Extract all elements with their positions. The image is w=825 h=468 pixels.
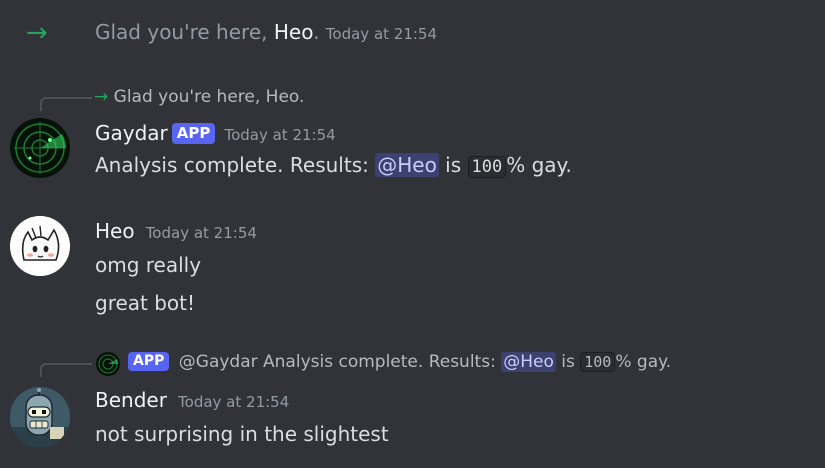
message-header: Gaydar APP Today at 21:54 bbox=[95, 121, 336, 145]
app-badge: APP bbox=[128, 352, 170, 371]
author-name[interactable]: Heo bbox=[95, 219, 135, 243]
message-timestamp[interactable]: Today at 21:54 bbox=[224, 126, 335, 144]
reply-preview-text: Glad you're here, Heo. bbox=[113, 87, 305, 107]
join-suffix: . bbox=[313, 20, 320, 44]
reply-arrow-icon: → bbox=[94, 87, 109, 107]
message-line: great bot! bbox=[95, 291, 196, 315]
reply-spine bbox=[40, 97, 92, 111]
author-name[interactable]: Bender bbox=[95, 388, 167, 412]
content-after: % gay. bbox=[506, 153, 572, 177]
message-content: not surprising in the slightest bbox=[95, 422, 389, 446]
inline-code: 100 bbox=[467, 156, 507, 178]
join-username[interactable]: Heo bbox=[274, 20, 313, 44]
join-prefix: Glad you're here, bbox=[95, 20, 274, 44]
avatar-bender[interactable] bbox=[10, 387, 70, 447]
message-header: Bender Today at 21:54 bbox=[95, 388, 289, 412]
radar-icon bbox=[96, 352, 120, 376]
user-mention[interactable]: @Heo bbox=[375, 153, 439, 177]
message-line: omg really bbox=[95, 253, 202, 277]
app-badge: APP bbox=[171, 123, 216, 144]
system-join-message: Glad you're here, Heo. Today at 21:54 bbox=[95, 20, 437, 44]
join-arrow-icon: → bbox=[26, 18, 48, 48]
reply-author[interactable]: @Gaydar bbox=[179, 352, 258, 372]
white-cat-icon bbox=[10, 216, 70, 276]
avatar-gaydar[interactable] bbox=[10, 118, 70, 178]
reply-before: Analysis complete. Results: bbox=[257, 352, 502, 372]
inline-code: 100 bbox=[580, 352, 616, 372]
reply-after: % gay. bbox=[615, 352, 672, 372]
content-before: Analysis complete. Results: bbox=[95, 153, 376, 177]
message-timestamp[interactable]: Today at 21:54 bbox=[146, 224, 257, 242]
message-header: Heo Today at 21:54 bbox=[95, 219, 257, 243]
avatar-heo[interactable] bbox=[10, 216, 70, 276]
join-timestamp[interactable]: Today at 21:54 bbox=[326, 25, 437, 43]
chat-log: → Glad you're here, Heo. Today at 21:54 … bbox=[0, 0, 825, 468]
message-content: Analysis complete. Results: @Heo is 100%… bbox=[95, 153, 572, 178]
reply-avatar-gaydar[interactable] bbox=[96, 352, 120, 376]
content-middle: is bbox=[438, 153, 468, 177]
reply-preview[interactable]: APP @Gaydar Analysis complete. Results: … bbox=[124, 352, 671, 372]
message-timestamp[interactable]: Today at 21:54 bbox=[178, 393, 289, 411]
reply-preview[interactable]: → Glad you're here, Heo. bbox=[94, 87, 304, 107]
robot-icon bbox=[10, 387, 70, 447]
user-mention[interactable]: @Heo bbox=[501, 352, 556, 372]
reply-middle: is bbox=[555, 352, 581, 372]
reply-spine bbox=[40, 363, 92, 377]
author-name[interactable]: Gaydar bbox=[95, 121, 168, 145]
radar-icon bbox=[10, 118, 70, 178]
